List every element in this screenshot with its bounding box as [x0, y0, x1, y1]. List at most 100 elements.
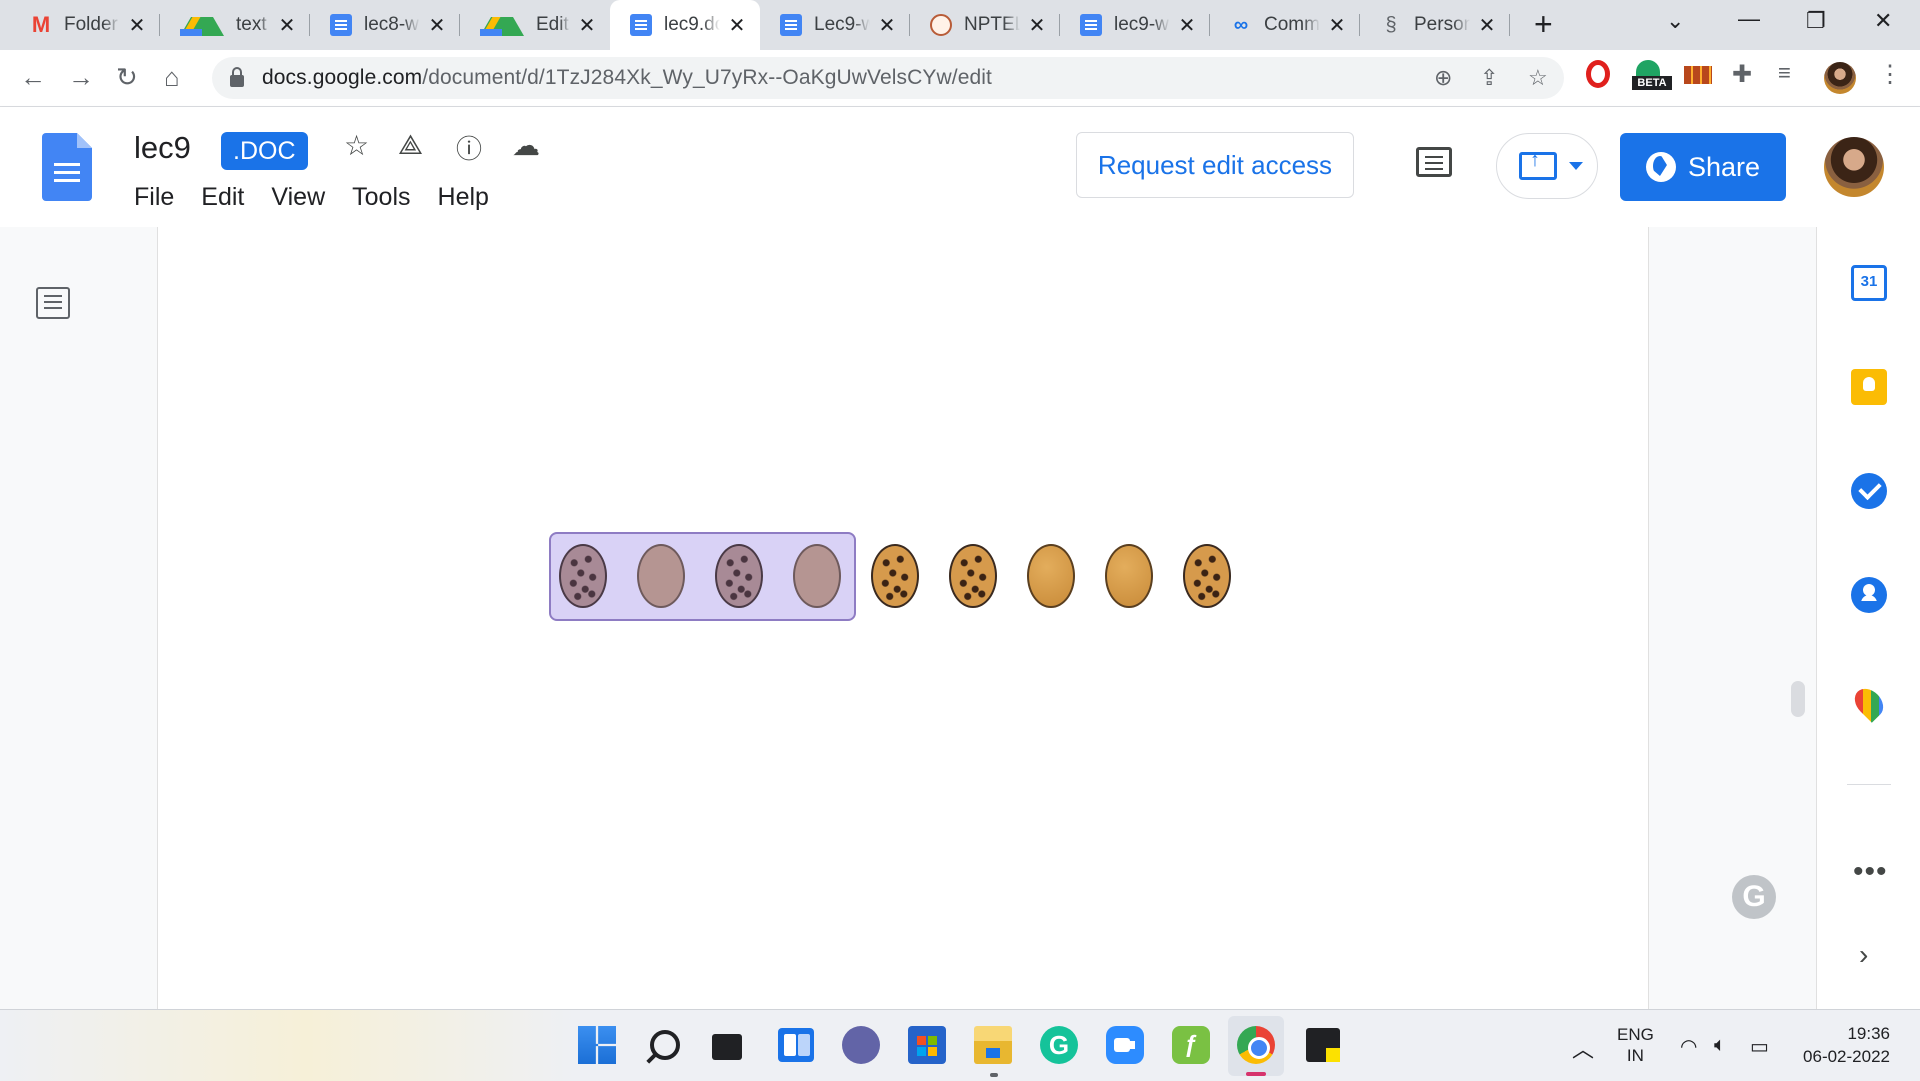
extensions-puzzle-icon[interactable]: ✚ — [1732, 60, 1760, 88]
brick-extension-icon[interactable] — [1684, 66, 1712, 84]
chrome-active-indicator — [1246, 1072, 1266, 1076]
nptel-icon — [930, 14, 952, 36]
teams-chat-icon[interactable] — [842, 1026, 880, 1064]
document-page[interactable] — [157, 227, 1649, 1009]
tray-chevron-up-icon[interactable]: ︿ — [1572, 1032, 1594, 1064]
volume-icon[interactable]: 🔈︎ — [1714, 1034, 1726, 1057]
chrome-menu-icon[interactable]: ⋮ — [1878, 60, 1906, 88]
tab-close-icon[interactable]: ✕ — [1326, 13, 1348, 38]
tab-title: Lec9-w — [814, 14, 870, 35]
new-tab-button[interactable]: + — [1534, 6, 1553, 43]
tab-title: Folder — [64, 14, 118, 35]
docs-icon — [330, 14, 352, 36]
keep-icon[interactable] — [1851, 369, 1887, 405]
browser-tab[interactable]: M Folder ✕ — [10, 0, 160, 50]
maps-icon[interactable] — [1849, 683, 1889, 723]
tab-close-icon[interactable]: ✕ — [276, 13, 298, 38]
tab-separator — [1509, 14, 1510, 36]
tab-close-icon[interactable]: ✕ — [576, 13, 598, 38]
battery-icon[interactable]: ▭ — [1750, 1034, 1769, 1059]
wifi-icon[interactable]: ◠ — [1680, 1034, 1697, 1059]
file-explorer-icon[interactable] — [974, 1026, 1012, 1064]
menu-item-help[interactable]: Help — [438, 183, 489, 212]
windows-start-icon[interactable] — [578, 1026, 616, 1064]
scrollbar-thumb[interactable] — [1791, 681, 1805, 717]
search-icon[interactable] — [650, 1030, 680, 1060]
address-bar[interactable]: docs.google.com/document/d/1TzJ284Xk_Wy_… — [212, 57, 1564, 99]
tab-close-icon[interactable]: ✕ — [726, 13, 748, 38]
reload-icon[interactable]: ↻ — [116, 62, 138, 93]
present-button[interactable] — [1496, 133, 1598, 199]
browser-tab[interactable]: lec8-w ✕ — [310, 0, 460, 50]
chocolate-chip-cookie — [871, 544, 919, 608]
menu-item-view[interactable]: View — [271, 183, 325, 212]
docs-header: lec9 .DOC ☆ ⟁ ⓘ ☁ File Edit View Tools Help … — [0, 107, 1920, 227]
docs-icon — [1080, 14, 1102, 36]
browser-tab[interactable]: lec9-w ✕ — [1060, 0, 1210, 50]
lock-icon[interactable] — [230, 67, 244, 87]
share-page-icon[interactable]: ⇪ — [1480, 65, 1498, 91]
chrome-app-icon[interactable] — [1237, 1026, 1275, 1064]
browser-tab[interactable]: text - G ✕ — [160, 0, 310, 50]
tab-search-icon[interactable]: ⌄ — [1666, 8, 1684, 34]
tab-close-icon[interactable]: ✕ — [876, 13, 898, 38]
beta-extension-icon[interactable]: BETA — [1632, 60, 1672, 90]
calendar-icon[interactable]: 31 — [1851, 265, 1887, 301]
docs-logo-icon[interactable] — [42, 133, 92, 201]
info-icon[interactable]: ⓘ — [456, 129, 482, 166]
zoom-icon[interactable]: ⊕ — [1434, 65, 1452, 91]
contacts-icon[interactable] — [1851, 577, 1887, 613]
widgets-icon[interactable] — [778, 1028, 814, 1062]
evernote-app-icon[interactable]: ƒ — [1172, 1026, 1210, 1064]
back-icon[interactable]: ← — [20, 62, 46, 93]
browser-tab[interactable]: lec9.do ✕ — [610, 0, 760, 50]
bookmark-star-icon[interactable]: ☆ — [1528, 65, 1548, 91]
tab-close-icon[interactable]: ✕ — [1176, 13, 1198, 38]
tab-close-icon[interactable]: ✕ — [126, 13, 148, 38]
present-screen-icon — [1519, 149, 1557, 180]
document-outline-icon[interactable] — [36, 287, 70, 319]
collapse-panel-icon[interactable]: › — [1859, 939, 1868, 971]
star-icon[interactable]: ☆ — [344, 129, 369, 162]
chevron-down-icon[interactable] — [1569, 162, 1583, 170]
zoom-app-icon[interactable] — [1106, 1026, 1144, 1064]
task-view-icon[interactable] — [712, 1034, 742, 1060]
account-avatar[interactable] — [1824, 137, 1884, 197]
document-title[interactable]: lec9 — [134, 130, 191, 166]
more-icon[interactable]: ••• — [1853, 855, 1888, 889]
close-window-button[interactable]: ✕ — [1874, 8, 1892, 34]
browser-tab[interactable]: NPTEL ✕ — [910, 0, 1060, 50]
browser-tab[interactable]: Edits - ✕ — [460, 0, 610, 50]
menu-item-tools[interactable]: Tools — [352, 183, 410, 212]
home-icon[interactable]: ⌂ — [164, 62, 180, 93]
profile-avatar[interactable] — [1824, 62, 1856, 94]
comments-icon[interactable] — [1416, 147, 1452, 177]
url-text[interactable]: docs.google.com/document/d/1TzJ284Xk_Wy_… — [262, 66, 992, 90]
minimize-button[interactable]: — — [1738, 6, 1760, 32]
menu-bar: File Edit View Tools Help — [134, 183, 516, 212]
grammarly-icon[interactable]: G — [1732, 875, 1776, 919]
cloud-status-icon[interactable]: ☁ — [512, 129, 540, 162]
plain-cookie — [637, 544, 685, 608]
menu-item-edit[interactable]: Edit — [201, 183, 244, 212]
tab-close-icon[interactable]: ✕ — [426, 13, 448, 38]
browser-tab[interactable]: § Person ✕ — [1360, 0, 1510, 50]
forward-icon[interactable]: → — [68, 62, 94, 93]
restore-button[interactable]: ❐ — [1806, 8, 1826, 34]
opera-extension-icon[interactable] — [1586, 60, 1610, 88]
menu-item-file[interactable]: File — [134, 183, 174, 212]
tab-close-icon[interactable]: ✕ — [1026, 13, 1048, 38]
system-clock[interactable]: 19:36 06-02-2022 — [1796, 1022, 1890, 1068]
tasks-icon[interactable] — [1851, 473, 1887, 509]
sticky-notes-icon[interactable] — [1306, 1028, 1340, 1062]
tab-close-icon[interactable]: ✕ — [1476, 13, 1498, 38]
input-language[interactable]: ENG IN — [1617, 1024, 1654, 1066]
microsoft-store-icon[interactable] — [908, 1026, 946, 1064]
browser-tab[interactable]: ∞ Comm ✕ — [1210, 0, 1360, 50]
add-to-drive-icon[interactable]: ⟁ — [398, 129, 423, 162]
media-control-icon[interactable]: ≡ — [1778, 60, 1806, 88]
request-edit-access-button[interactable]: Request edit access — [1076, 132, 1354, 198]
share-button[interactable]: Share — [1620, 133, 1786, 201]
browser-tab[interactable]: Lec9-w ✕ — [760, 0, 910, 50]
grammarly-app-icon[interactable]: G — [1040, 1026, 1078, 1064]
